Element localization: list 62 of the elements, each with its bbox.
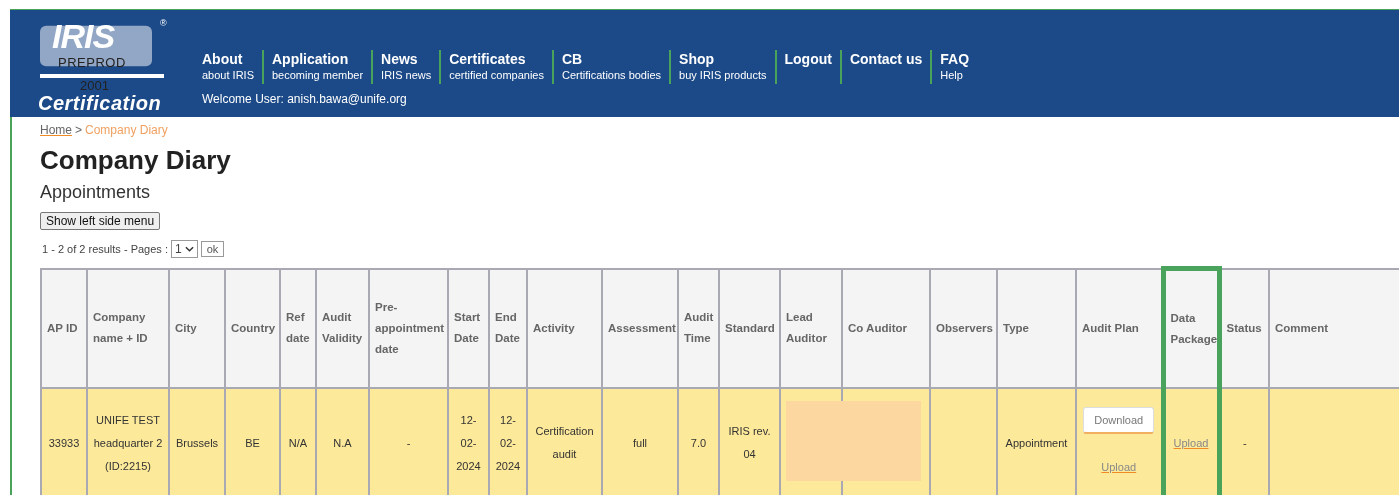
logo-year: 2001 [80,79,109,92]
nav-menu-item[interactable]: Contact us [839,50,931,84]
logo-tagline: Certification [38,92,162,114]
nav-menu-item[interactable]: News IRIS news [371,50,440,84]
ok-button[interactable]: ok [200,241,225,257]
column-header: Pre-appointment date [369,268,448,388]
table-cell-text: 33933 [48,436,80,449]
results-summary: 1 - 2 of 2 results - Pages : [42,243,168,255]
column-header: Audit Validity [316,268,369,388]
column-header: Observers [930,268,997,388]
registered-mark: ® [160,18,167,28]
breadcrumb-link[interactable]: Home [40,123,72,137]
table-cell-text: 7.0 [690,436,707,449]
nav-menu-item[interactable]: CB Certifications bodies [552,50,670,84]
nav-menu-item[interactable]: FAQ Help [930,50,978,84]
column-header: Country [225,268,280,388]
breadcrumb-current: Company Diary [85,123,168,137]
table-cell-text: Appointment [1005,436,1068,449]
table-cell-text: - [406,436,411,449]
table-cell-text: - [1242,436,1247,449]
column-header: Start Date [448,268,489,388]
column-header: Audit Time [678,268,719,388]
side-menu-button[interactable]: Show left side menu [40,212,161,230]
column-header: Status [1219,268,1269,388]
nav-menu-item[interactable]: Certificates certified companies [439,50,552,84]
column-header: Data Package [1163,268,1219,388]
nav-menu-item[interactable]: Application becoming member [262,50,372,84]
section-title: Appointments [40,182,152,203]
column-header: Company name + ID [87,268,169,388]
breadcrumb-separator: > [75,123,83,137]
table-cell-text: N/A [288,436,308,449]
column-header: End Date [489,268,527,388]
welcome-text: Welcome User: anish.bawa@unife.org [202,92,408,106]
page-select[interactable]: 1 [170,240,198,258]
table-cell-text: IRIS rev. 04 [728,425,771,460]
logo-wordmark: IRIS [52,19,115,53]
column-header: Lead Auditor [780,268,842,388]
column-header: Activity [527,268,602,388]
table-cell-text: BE [245,436,260,449]
table-cell-text: 12-02-2024 [456,413,481,472]
table-cell-text: N.A [333,436,352,449]
column-header: Type [997,268,1076,388]
column-header: Audit Plan [1076,268,1163,388]
caret-icon [184,246,194,252]
column-header: Comment [1269,268,1399,388]
column-header: City [169,268,225,388]
table-cell-text: Certification audit [535,425,594,460]
column-header: Assessment [602,268,678,388]
page-title: Company Diary [40,145,232,176]
table-cell-text: full [632,436,648,449]
environment-label: PREPROD [58,55,126,70]
nav-menu-item[interactable]: About about IRIS [202,50,262,84]
table-cell-text: Brussels [175,436,219,449]
table-cell-text: UNIFE TEST headquarter 2 (ID:2215) [93,413,163,472]
column-header: Co Auditor [842,268,930,388]
nav-menu-item[interactable]: Logout [774,50,840,84]
column-header: AP ID [41,268,87,388]
download-button[interactable]: Download [1083,407,1155,434]
table-cell-text: 12-02-2024 [495,413,521,472]
column-header: Ref date [280,268,316,388]
nav-menu-item[interactable]: Shop buy IRIS products [669,50,775,84]
column-header: Standard [719,268,780,388]
